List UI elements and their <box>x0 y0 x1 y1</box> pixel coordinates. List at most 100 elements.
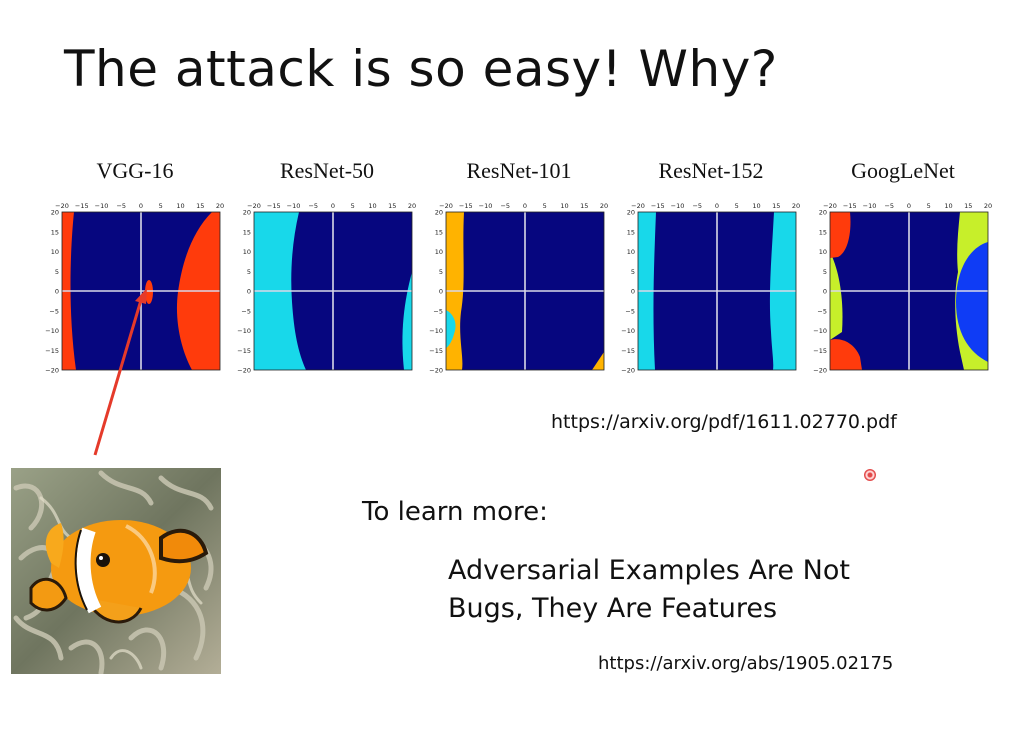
x-tick-label: −5 <box>308 202 318 210</box>
y-tick-label: 15 <box>51 228 59 236</box>
x-tick-label: 20 <box>600 202 608 210</box>
x-tick-label: 15 <box>772 202 780 210</box>
decision-map-vgg16: −20 −15 −10 −5 0 5 10 15 2020151050−5−10−15−20 <box>45 202 224 375</box>
paper-link-1905[interactable]: https://arxiv.org/abs/1905.02175 <box>598 653 893 674</box>
paper-title: Adversarial Examples Are Not Bugs, They … <box>448 552 968 628</box>
x-tick-label: 5 <box>543 202 547 210</box>
x-tick-label: 10 <box>368 202 376 210</box>
x-tick-label: −5 <box>116 202 126 210</box>
x-tick-label: 20 <box>216 202 224 210</box>
x-tick-label: 5 <box>351 202 355 210</box>
panel-resnet101: ResNet-101 −20 −15 −10 −5 0 5 10 15 20 20 15 10 5 0 −5… <box>424 150 614 380</box>
y-tick-label: −5 <box>49 307 59 315</box>
y-tick-label: −15 <box>429 347 443 355</box>
laser-pointer-icon <box>864 469 876 481</box>
y-tick-label: 10 <box>819 248 827 256</box>
y-tick-label: 15 <box>819 228 827 236</box>
y-tick-label: 5 <box>631 268 635 276</box>
x-tick-label: 10 <box>176 202 184 210</box>
x-tick-label: −10 <box>287 202 301 210</box>
y-tick-label: −15 <box>813 347 827 355</box>
y-tick-label: −20 <box>429 367 443 375</box>
y-tick-label: −10 <box>45 327 59 335</box>
x-tick-label: 10 <box>560 202 568 210</box>
y-tick-label: 0 <box>439 288 443 296</box>
y-tick-label: −20 <box>813 367 827 375</box>
decision-map-resnet152: −20 −15 −10 −5 0 5 10 15 2020151050−5−10−15−20 <box>621 202 800 375</box>
x-tick-label: 0 <box>715 202 719 210</box>
y-tick-label: 0 <box>823 288 827 296</box>
panel-title: VGG-16 <box>96 158 174 183</box>
y-tick-label: 10 <box>627 248 635 256</box>
x-tick-label: 10 <box>944 202 952 210</box>
y-tick-label: 20 <box>627 209 635 217</box>
y-tick-label: 20 <box>243 209 251 217</box>
clownfish-image <box>11 468 221 674</box>
x-tick-label: 0 <box>907 202 911 210</box>
paper-link-1611[interactable]: https://arxiv.org/pdf/1611.02770.pdf <box>551 411 897 433</box>
y-tick-label: 15 <box>435 228 443 236</box>
y-tick-label: 20 <box>435 209 443 217</box>
y-tick-label: 5 <box>247 268 251 276</box>
y-tick-label: 5 <box>55 268 59 276</box>
x-tick-label: 0 <box>331 202 335 210</box>
y-tick-label: 15 <box>243 228 251 236</box>
x-tick-label: −15 <box>651 202 665 210</box>
y-tick-label: 0 <box>631 288 635 296</box>
y-tick-label: −15 <box>621 347 635 355</box>
y-tick-label: −20 <box>45 367 59 375</box>
y-tick-label: −5 <box>433 307 443 315</box>
y-tick-label: 5 <box>823 268 827 276</box>
panel-googlenet: GoogLeNet −20 −15 −10 −5 0 5 10 15 20 20 15 10 5 0 −5−… <box>808 150 998 380</box>
x-tick-label: −10 <box>671 202 685 210</box>
panel-resnet152: ResNet-152 −20 −15 −10 −5 0 5 10 15 20 20 15 10 5 0 −5… <box>616 150 806 380</box>
learn-more-label: To learn more: <box>362 497 548 527</box>
x-tick-label: 20 <box>984 202 992 210</box>
y-tick-label: 10 <box>51 248 59 256</box>
y-tick-label: −20 <box>237 367 251 375</box>
y-tick-label: 0 <box>55 288 59 296</box>
panel-title: ResNet-101 <box>466 158 572 183</box>
y-tick-label: −10 <box>813 327 827 335</box>
slide-title: The attack is so easy! Why? <box>64 40 778 98</box>
x-tick-label: −15 <box>459 202 473 210</box>
panel-title: GoogLeNet <box>851 158 955 183</box>
y-tick-label: −5 <box>241 307 251 315</box>
decision-map-resnet101: −20 −15 −10 −5 0 5 10 15 2020151050−5−10−15−20 <box>429 202 608 375</box>
x-tick-label: 5 <box>927 202 931 210</box>
x-tick-label: 5 <box>159 202 163 210</box>
x-tick-label: −10 <box>863 202 877 210</box>
x-tick-label: 20 <box>408 202 416 210</box>
y-tick-label: −15 <box>237 347 251 355</box>
y-tick-label: −5 <box>625 307 635 315</box>
x-tick-label: 0 <box>139 202 143 210</box>
decision-map-resnet50: −20 −15 −10 −5 0 5 10 15 2020151050−5−10−15−20 <box>237 202 416 375</box>
panel-resnet50: ResNet-50 −20 −15 −10 −5 0 5 10 15 20 20 15 10 5 0 −5−… <box>232 150 422 380</box>
paper-title-line-1: Adversarial Examples Are Not <box>448 555 850 586</box>
y-tick-label: 0 <box>247 288 251 296</box>
x-tick-label: −10 <box>479 202 493 210</box>
x-tick-label: 15 <box>964 202 972 210</box>
x-tick-label: 20 <box>792 202 800 210</box>
x-tick-label: −15 <box>843 202 857 210</box>
x-tick-label: 15 <box>388 202 396 210</box>
decision-map-googlenet: −20 −15 −10 −5 0 5 10 15 2020151050−5−10−15−20 <box>813 202 992 375</box>
x-tick-label: −10 <box>95 202 109 210</box>
panel-title: ResNet-152 <box>658 158 764 183</box>
y-tick-label: −10 <box>429 327 443 335</box>
panel-title: ResNet-50 <box>279 158 375 183</box>
y-tick-label: 15 <box>627 228 635 236</box>
y-tick-label: −10 <box>237 327 251 335</box>
y-tick-label: 5 <box>439 268 443 276</box>
x-tick-label: 10 <box>752 202 760 210</box>
y-tick-label: 10 <box>435 248 443 256</box>
x-tick-label: 0 <box>523 202 527 210</box>
x-tick-label: −5 <box>500 202 510 210</box>
x-tick-label: −15 <box>75 202 89 210</box>
x-tick-label: 15 <box>196 202 204 210</box>
y-tick-label: −15 <box>45 347 59 355</box>
y-tick-label: 20 <box>819 209 827 217</box>
x-tick-label: 5 <box>735 202 739 210</box>
y-tick-label: −10 <box>621 327 635 335</box>
x-tick-label: 15 <box>580 202 588 210</box>
